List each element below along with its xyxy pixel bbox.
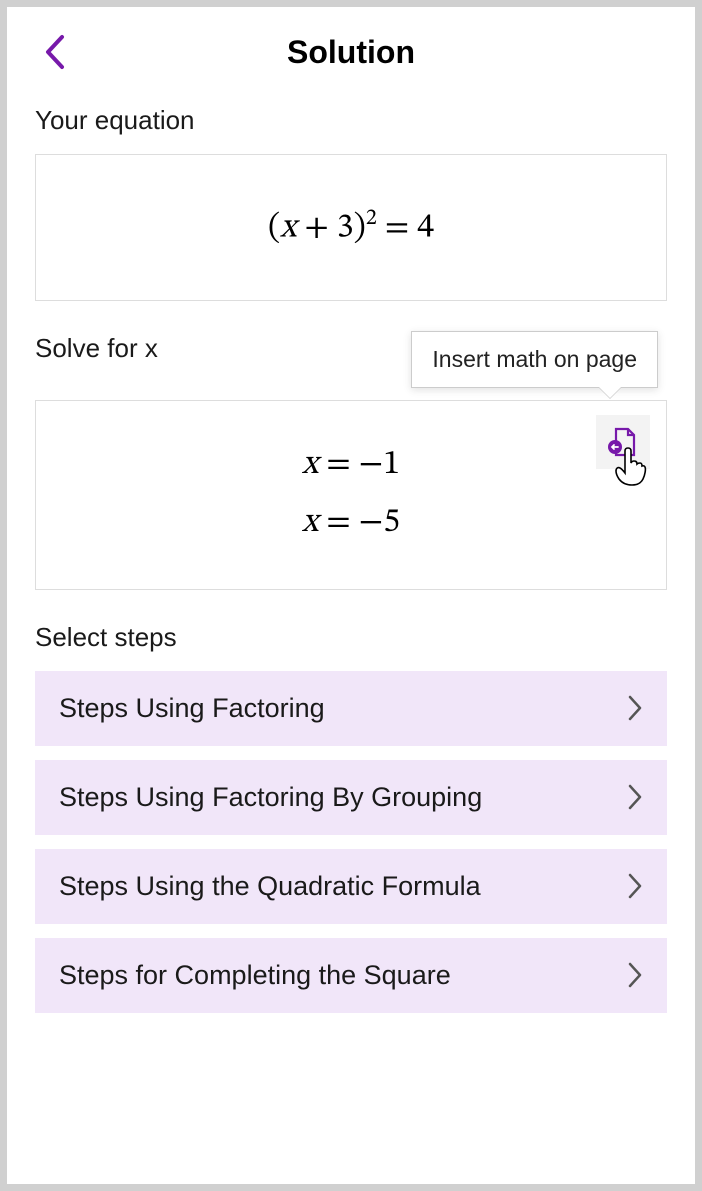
- solution-panel: Solution Your equation (x + 3)2 = 4 Solv…: [7, 7, 695, 1184]
- solution-box: Insert math on page x = −1 x = −5: [35, 400, 667, 590]
- chevron-left-icon: [44, 34, 66, 70]
- page-title: Solution: [287, 34, 415, 71]
- solve-label: Solve for x: [35, 333, 158, 364]
- chevron-right-icon: [627, 783, 643, 811]
- steps-list: Steps Using Factoring Steps Using Factor…: [35, 671, 667, 1013]
- step-label: Steps Using the Quadratic Formula: [59, 871, 481, 902]
- header: Solution: [35, 27, 667, 77]
- back-button[interactable]: [35, 32, 75, 72]
- insert-tooltip: Insert math on page: [411, 331, 658, 388]
- equation-math: (x + 3)2 = 4: [56, 205, 646, 250]
- equation-label: Your equation: [35, 105, 667, 136]
- solution-line: x = −1: [56, 437, 646, 495]
- step-completing-square[interactable]: Steps for Completing the Square: [35, 938, 667, 1013]
- step-label: Steps Using Factoring: [59, 693, 325, 724]
- step-quadratic-formula[interactable]: Steps Using the Quadratic Formula: [35, 849, 667, 924]
- solution-line: x = −5: [56, 495, 646, 553]
- chevron-right-icon: [627, 961, 643, 989]
- insert-math-button[interactable]: [596, 415, 650, 469]
- steps-label: Select steps: [35, 622, 667, 653]
- chevron-right-icon: [627, 872, 643, 900]
- equation-box: (x + 3)2 = 4: [35, 154, 667, 301]
- insert-page-icon: [606, 425, 640, 459]
- step-label: Steps for Completing the Square: [59, 960, 451, 991]
- step-factoring[interactable]: Steps Using Factoring: [35, 671, 667, 746]
- chevron-right-icon: [627, 694, 643, 722]
- step-factoring-grouping[interactable]: Steps Using Factoring By Grouping: [35, 760, 667, 835]
- step-label: Steps Using Factoring By Grouping: [59, 782, 482, 813]
